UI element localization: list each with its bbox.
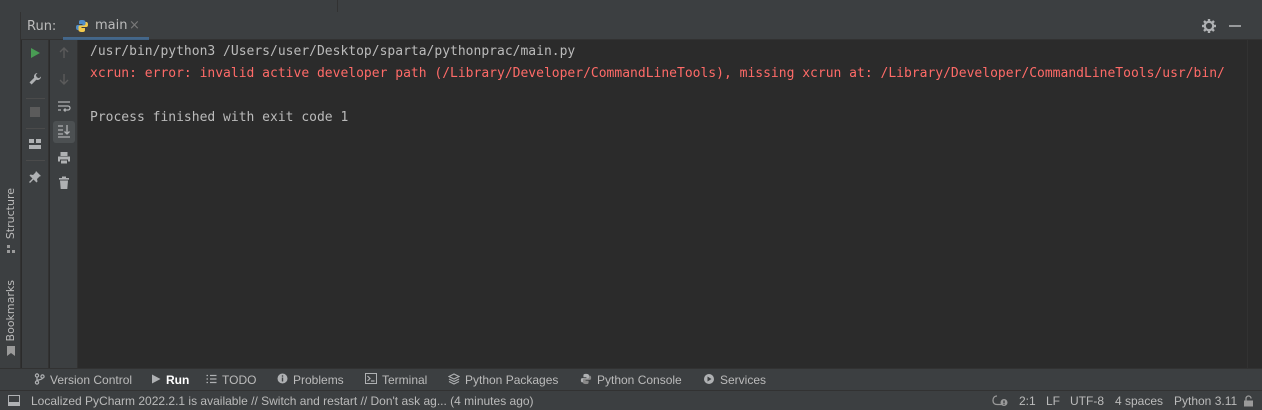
minimize-icon[interactable] <box>1227 18 1243 37</box>
version-control-tab[interactable]: Version Control <box>34 369 132 391</box>
python-packages-tab[interactable]: Python Packages <box>447 369 559 391</box>
problems-label: Problems <box>293 373 344 387</box>
toolbar-separator <box>26 128 45 129</box>
trash-icon <box>58 176 70 193</box>
clear-all-button[interactable] <box>53 173 75 195</box>
terminal-icon <box>365 373 377 387</box>
services-tab[interactable]: Services <box>703 369 766 391</box>
run-tab-main[interactable]: main × <box>63 12 149 40</box>
problems-tab[interactable]: Problems <box>277 369 344 391</box>
indent-setting[interactable]: 4 spaces <box>1115 394 1163 408</box>
version-control-label: Version Control <box>50 373 133 387</box>
console-error-line: xcrun: error: invalid active developer p… <box>90 66 1225 81</box>
line-separator[interactable]: LF <box>1046 394 1060 408</box>
todo-label: TODO <box>222 373 257 387</box>
layout-icon <box>28 138 42 153</box>
todo-tab[interactable]: TODO <box>206 369 256 391</box>
status-bar: Localized PyCharm 2022.2.1 is available … <box>0 390 1262 410</box>
lock-icon[interactable] <box>1243 395 1254 410</box>
soft-wrap-button[interactable] <box>53 96 75 118</box>
services-icon <box>703 373 715 388</box>
file-encoding[interactable]: UTF-8 <box>1070 394 1104 408</box>
arrow-up-icon <box>58 46 70 62</box>
python-file-icon <box>75 19 89 36</box>
stop-icon <box>29 106 41 121</box>
edit-configuration-button[interactable] <box>24 69 46 91</box>
editor-area-edge <box>0 0 1262 12</box>
toolbar-separator <box>26 98 45 99</box>
console-output[interactable]: /usr/bin/python3 /Users/user/Desktop/spa… <box>78 40 1247 368</box>
left-tool-stripe: Structure Bookmarks <box>0 12 21 368</box>
stop-button[interactable] <box>24 102 46 124</box>
play-icon <box>29 47 41 62</box>
pin-tab-button[interactable] <box>24 167 46 189</box>
terminal-label: Terminal <box>382 373 428 387</box>
caret-position[interactable]: 2:1 <box>1019 394 1036 408</box>
run-panel-header: Run: main × <box>21 12 1262 40</box>
run-panel-title: Run: <box>27 19 57 34</box>
wrench-icon <box>28 72 42 89</box>
bookmarks-tab[interactable]: Bookmarks <box>0 280 21 360</box>
structure-icon <box>6 243 16 257</box>
list-icon <box>206 373 217 387</box>
console-scrollbar[interactable] <box>1247 40 1262 368</box>
structure-tab[interactable]: Structure <box>0 188 21 257</box>
run-toolbar-secondary <box>50 40 78 368</box>
print-button[interactable] <box>53 148 75 170</box>
services-label: Services <box>720 373 767 387</box>
run-tool-tab[interactable]: Run <box>151 369 189 391</box>
arrow-down-icon <box>58 73 70 88</box>
python-console-tab[interactable]: Python Console <box>580 369 682 391</box>
python-interpreter[interactable]: Python 3.11 <box>1174 394 1237 408</box>
previous-occurrence-button[interactable] <box>53 43 75 65</box>
run-toolbar-primary <box>22 40 49 368</box>
tool-window-bar: Version Control Run TODO Problems Termin… <box>0 368 1262 390</box>
info-icon <box>277 373 288 387</box>
run-tab-label: main <box>95 18 128 33</box>
bookmark-icon <box>6 345 16 360</box>
console-line: /usr/bin/python3 /Users/user/Desktop/spa… <box>90 44 576 59</box>
toolbar-separator <box>26 160 45 161</box>
structure-tab-label: Structure <box>4 188 17 240</box>
git-status-icon[interactable] <box>992 393 1009 410</box>
pin-icon <box>28 170 42 187</box>
print-icon <box>57 151 71 168</box>
next-occurrence-button[interactable] <box>53 69 75 91</box>
console-line: Process finished with exit code 1 <box>90 110 349 125</box>
scroll-to-end-icon <box>57 124 71 141</box>
scroll-to-end-button[interactable] <box>53 121 75 143</box>
play-icon <box>151 373 161 387</box>
python-console-label: Python Console <box>597 373 682 387</box>
gear-icon[interactable] <box>1201 18 1217 37</box>
editor-tab-strip <box>0 0 338 12</box>
bookmarks-tab-label: Bookmarks <box>4 280 17 342</box>
branch-icon <box>34 372 45 388</box>
rerun-button[interactable] <box>24 43 46 65</box>
update-notification[interactable]: Localized PyCharm 2022.2.1 is available … <box>31 394 534 408</box>
python-packages-label: Python Packages <box>465 373 559 387</box>
python-icon <box>580 373 592 388</box>
toggle-tool-windows-icon[interactable] <box>8 395 20 409</box>
run-tool-label: Run <box>166 373 190 387</box>
layers-icon <box>447 372 461 388</box>
terminal-tab[interactable]: Terminal <box>365 369 427 391</box>
soft-wrap-icon <box>57 100 71 115</box>
restore-layout-button[interactable] <box>24 134 46 156</box>
close-tab-icon[interactable]: × <box>129 18 140 33</box>
